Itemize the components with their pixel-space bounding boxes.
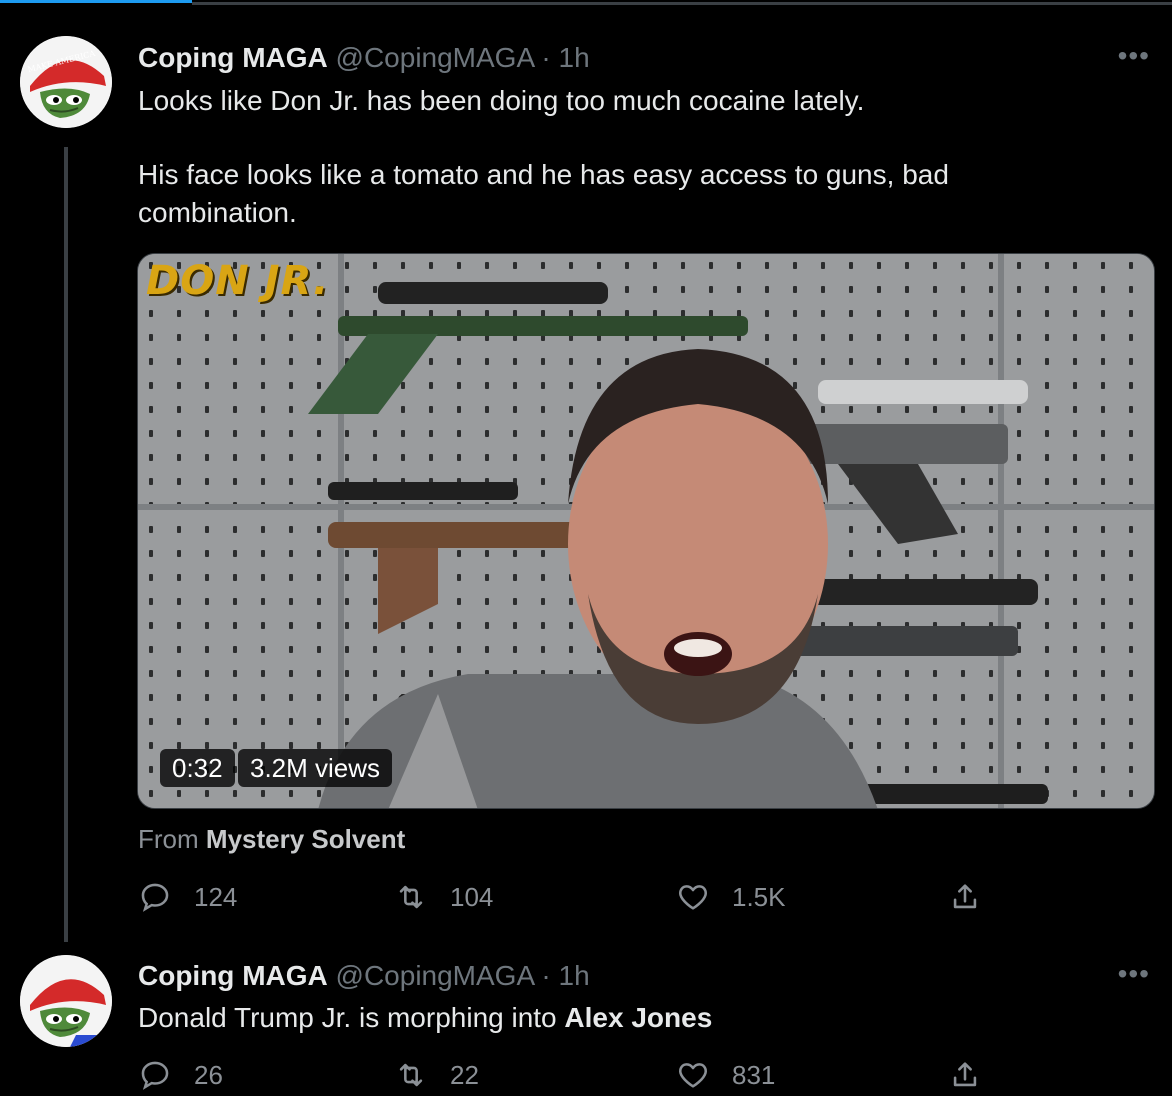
attribution-prefix: From [138, 824, 199, 854]
tweet-text: Donald Trump Jr. is morphing into Alex J… [138, 999, 712, 1037]
avatar[interactable]: MAKE AMERICA [20, 36, 112, 128]
video-duration-badge: 0:32 [160, 749, 235, 787]
like-icon [679, 1063, 707, 1088]
tweet-text-line-1: Looks like Don Jr. has been doing too mu… [138, 85, 865, 116]
separator: · [541, 960, 551, 991]
retweet-icon [399, 885, 423, 909]
tweet-text-bold: Alex Jones [564, 1002, 713, 1033]
thread-connector [64, 147, 68, 942]
like-button[interactable]: 1.5K [676, 877, 786, 917]
handle[interactable]: @CopingMAGA [336, 960, 534, 991]
retweet-button[interactable]: 104 [394, 877, 493, 917]
tweet-text-line-2: His face looks like a tomato and he has … [138, 159, 949, 190]
tweet-text-prefix: Donald Trump Jr. is morphing into [138, 1002, 565, 1033]
separator: · [541, 42, 551, 73]
video-player[interactable] [137, 253, 1155, 809]
like-count: 831 [732, 1059, 776, 1090]
video-attribution: From Mystery Solvent [138, 822, 405, 856]
share-button[interactable] [948, 1055, 982, 1095]
more-icon[interactable]: ••• [1118, 40, 1150, 72]
share-icon [953, 884, 977, 909]
tweet-actions: 26 22 831 [138, 1055, 998, 1095]
display-name[interactable]: Coping MAGA [138, 960, 328, 991]
reply-icon [141, 883, 169, 912]
reply-count: 26 [194, 1059, 223, 1090]
reply-button[interactable]: 26 [138, 1055, 223, 1095]
reply-count: 124 [194, 881, 238, 912]
retweet-button[interactable]: 22 [394, 1055, 479, 1095]
reply-button[interactable]: 124 [138, 877, 237, 917]
reply-icon [141, 1061, 169, 1090]
retweet-count: 104 [450, 881, 494, 912]
more-icon[interactable]: ••• [1118, 958, 1150, 990]
timestamp[interactable]: 1h [559, 42, 590, 73]
like-button[interactable]: 831 [676, 1055, 775, 1095]
tab-divider [192, 2, 1172, 5]
top-tab-indicator [0, 0, 1172, 5]
tweet-actions: 124 104 1.5K [138, 877, 998, 917]
timestamp[interactable]: 1h [559, 960, 590, 991]
avatar[interactable] [20, 955, 112, 1047]
video-overlay-title: DON JR. [146, 258, 330, 304]
active-tab-underline [0, 0, 192, 3]
retweet-count: 22 [450, 1059, 479, 1090]
tweet-text-line-3: combination. [138, 197, 297, 228]
handle[interactable]: @CopingMAGA [336, 42, 534, 73]
share-button[interactable] [948, 877, 982, 917]
tweet-header: Coping MAGA @CopingMAGA · 1h [138, 41, 590, 75]
share-icon [953, 1062, 977, 1087]
video-views-badge: 3.2M views [238, 749, 393, 787]
attribution-source-link[interactable]: Mystery Solvent [206, 824, 405, 854]
display-name[interactable]: Coping MAGA [138, 42, 328, 73]
retweet-icon [399, 1063, 423, 1087]
like-icon [679, 885, 707, 910]
like-count: 1.5K [732, 881, 786, 912]
tweet-header: Coping MAGA @CopingMAGA · 1h [138, 959, 590, 993]
video-thumbnail [138, 254, 1154, 808]
